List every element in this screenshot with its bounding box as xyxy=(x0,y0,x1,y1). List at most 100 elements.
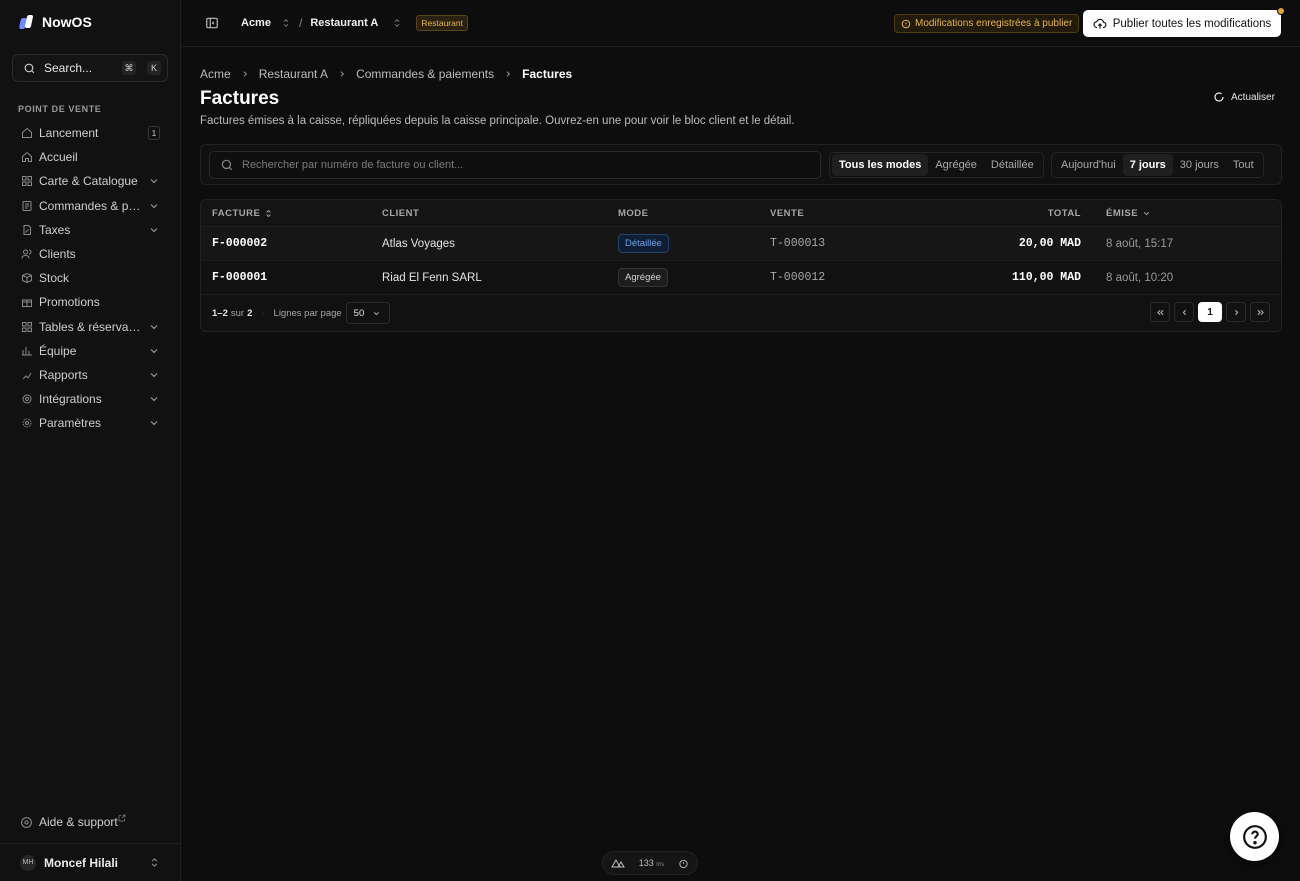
sidebar-item-rapports[interactable]: Rapports xyxy=(12,363,168,387)
column-header-facture[interactable]: FACTURE xyxy=(201,208,370,219)
filter-toolbar: Tous les modes Agrégée Détaillée Aujourd… xyxy=(200,144,1282,185)
sidebar-item-carte-catalogue[interactable]: Carte & Catalogue xyxy=(12,169,168,193)
chevrons-updown-icon[interactable] xyxy=(281,17,291,29)
previous-page-button[interactable] xyxy=(1174,302,1194,322)
sidebar-item-taxes[interactable]: Taxes xyxy=(12,218,168,242)
sidebar-item-label: Équipe xyxy=(39,343,77,358)
sidebar: NowOS Search... ⌘ K POINT DE VENTE Lancem… xyxy=(0,0,181,881)
cell-emise: 8 août, 15:17 xyxy=(1106,237,1174,250)
latency-unit: ms xyxy=(656,862,665,868)
sidebar-item-stock[interactable]: Stock xyxy=(12,266,168,290)
sidebar-item-label: Promotions xyxy=(39,295,100,310)
sidebar-section-label: POINT DE VENTE xyxy=(18,104,102,114)
sidebar-item-tables[interactable]: Tables & réservati... xyxy=(12,315,168,339)
table-header: FACTURE CLIENT MODE VENTE TOTAL ÉMISE xyxy=(201,200,1281,227)
sidebar-item-label: Rapports xyxy=(39,367,88,382)
mode-option-aggregated[interactable]: Agrégée xyxy=(928,154,984,176)
period-option-all[interactable]: Tout xyxy=(1226,154,1261,176)
gear-icon xyxy=(20,417,33,430)
period-option-today[interactable]: Aujourd'hui xyxy=(1054,154,1123,176)
help-button[interactable] xyxy=(1230,812,1279,861)
alert-circle-icon xyxy=(901,19,911,28)
invoice-search-field[interactable] xyxy=(209,151,821,179)
user-name: Moncef Hilali xyxy=(44,855,119,870)
sidebar-item-parametres[interactable]: Paramètres xyxy=(12,411,168,435)
sidebar-item-clients[interactable]: Clients xyxy=(12,242,168,266)
breadcrumb-item[interactable]: Restaurant A xyxy=(259,67,328,81)
next-page-button[interactable] xyxy=(1226,302,1246,322)
table-row[interactable]: F-000001 Riad El Fenn SARL Agrégée T-000… xyxy=(201,261,1281,295)
receipt-icon xyxy=(20,199,33,212)
sidebar-search[interactable]: Search... ⌘ K xyxy=(12,54,168,82)
sidebar-item-equipe[interactable]: Équipe xyxy=(12,339,168,363)
sort-desc-icon xyxy=(1143,211,1150,215)
home-icon xyxy=(20,151,33,164)
dev-status-pill[interactable]: 133 ms xyxy=(602,851,698,875)
help-support-label: Aide & support xyxy=(39,815,118,829)
cell-mode: Agrégée xyxy=(606,268,758,287)
help-support-link[interactable]: Aide & support xyxy=(20,814,126,829)
period-option-30-days[interactable]: 30 jours xyxy=(1173,154,1226,176)
team-icon xyxy=(20,344,33,357)
breadcrumb-separator: / xyxy=(298,16,303,30)
breadcrumb-item[interactable]: Acme xyxy=(200,67,231,81)
chevron-down-icon xyxy=(148,175,160,187)
rows-per-page-select[interactable]: 50 xyxy=(345,302,390,324)
app-logo[interactable]: NowOS xyxy=(20,14,92,30)
user-menu[interactable]: MH Moncef Hilali xyxy=(0,843,180,881)
mode-option-all[interactable]: Tous les modes xyxy=(832,154,929,176)
pagination: 1 xyxy=(1150,302,1270,322)
search-icon xyxy=(221,159,233,171)
sidebar-item-label: Paramètres xyxy=(39,416,102,431)
gift-icon xyxy=(20,296,33,309)
breadcrumb: Acme Restaurant A Commandes & paiements … xyxy=(200,67,572,81)
chevron-right-icon xyxy=(338,69,346,79)
last-page-button[interactable] xyxy=(1250,302,1270,322)
help-icon xyxy=(21,816,32,828)
breadcrumb-item[interactable]: Commandes & paiements xyxy=(356,67,494,81)
column-header-label: FACTURE xyxy=(212,207,261,219)
sidebar-toggle-icon[interactable] xyxy=(205,16,219,30)
column-header-client: CLIENT xyxy=(382,207,420,219)
avatar: MH xyxy=(20,854,36,871)
mode-option-detailed[interactable]: Détaillée xyxy=(984,154,1041,176)
org-switcher[interactable]: Acme xyxy=(241,17,271,29)
period-option-7-days[interactable]: 7 jours xyxy=(1122,154,1173,176)
pending-changes-indicator[interactable]: Modifications enregistrées à publier xyxy=(894,14,1080,33)
chevrons-updown-icon[interactable] xyxy=(392,17,402,29)
current-page-button[interactable]: 1 xyxy=(1198,302,1222,322)
column-header-emise[interactable]: ÉMISE xyxy=(1087,208,1281,219)
table-footer: 1–2 sur 2 · Lignes par page 50 1 xyxy=(201,295,1281,331)
site-switcher[interactable]: Restaurant A xyxy=(310,17,378,29)
pending-changes-text: Modifications enregistrées à publier xyxy=(915,18,1073,29)
chevron-down-icon xyxy=(148,200,160,212)
column-header-label: ÉMISE xyxy=(1106,207,1139,219)
publish-all-label: Publier toutes les modifications xyxy=(1112,17,1272,30)
first-page-button[interactable] xyxy=(1150,302,1170,322)
footer-divider: · xyxy=(261,307,265,319)
sidebar-item-integrations[interactable]: Intégrations xyxy=(12,387,168,411)
rows-per-page-label: Lignes par page xyxy=(273,307,342,319)
invoices-table: FACTURE CLIENT MODE VENTE TOTAL ÉMISE F-… xyxy=(200,199,1282,332)
page-title: Factures xyxy=(200,88,280,109)
invoice-search-input[interactable] xyxy=(242,159,802,171)
refresh-button[interactable]: Actualiser xyxy=(1213,91,1275,103)
sidebar-item-commandes[interactable]: Commandes & pai... xyxy=(12,194,168,218)
sidebar-item-promotions[interactable]: Promotions xyxy=(12,290,168,314)
refresh-icon xyxy=(1214,92,1224,102)
sidebar-item-accueil[interactable]: Accueil xyxy=(12,145,168,169)
chevron-right-icon xyxy=(1234,309,1238,315)
cell-vente: T-000012 xyxy=(770,271,826,284)
cell-total: 110,00 MAD xyxy=(1011,271,1081,284)
notification-dot xyxy=(1277,7,1285,15)
publish-all-button[interactable]: Publier toutes les modifications xyxy=(1083,7,1285,37)
chart-icon xyxy=(20,368,33,381)
sidebar-item-label: Stock xyxy=(39,271,70,286)
table-row[interactable]: F-000002 Atlas Voyages Détaillée T-00001… xyxy=(201,227,1281,261)
chevron-down-icon xyxy=(148,321,160,333)
pagination-total: 2 xyxy=(247,307,253,319)
sidebar-item-lancement[interactable]: Lancement 1 xyxy=(12,121,168,145)
chevron-down-icon xyxy=(374,311,380,315)
question-mark-icon xyxy=(1242,824,1267,849)
site-type-badge: Restaurant xyxy=(416,15,468,31)
